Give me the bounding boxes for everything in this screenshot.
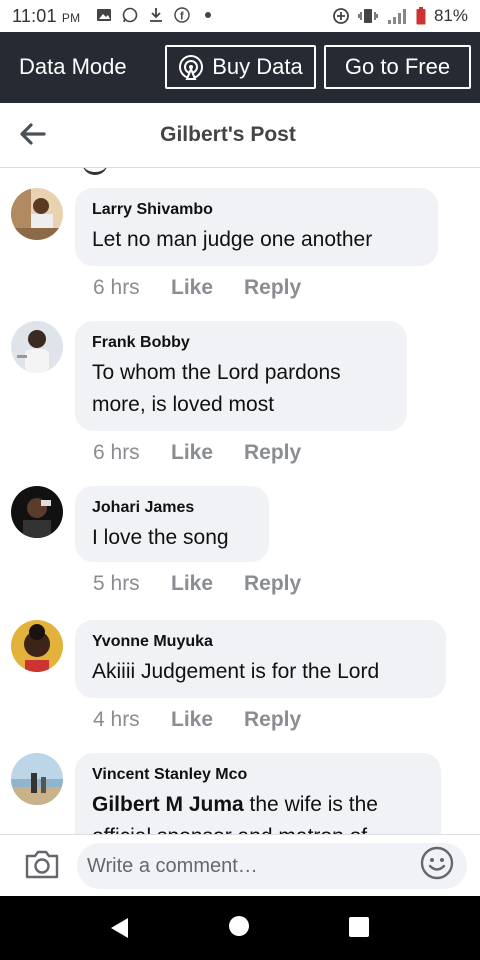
- avatar-frank-image: [11, 321, 63, 373]
- whatsapp-icon: [122, 7, 138, 23]
- avatar[interactable]: [11, 321, 63, 373]
- like-button[interactable]: Like: [171, 276, 244, 300]
- comment-time: 6 hrs: [93, 276, 140, 299]
- mention-link[interactable]: Gilbert M Juma: [92, 793, 244, 816]
- avatar[interactable]: [11, 486, 63, 538]
- comment-author[interactable]: Johari James: [92, 499, 252, 517]
- like-button[interactable]: Like: [171, 441, 244, 465]
- comment-actions: 6 hrs Like Reply: [93, 276, 301, 300]
- like-button[interactable]: Like: [171, 708, 244, 732]
- comment-bubble[interactable]: Johari James I love the song: [75, 486, 269, 562]
- dot-icon: [205, 12, 211, 18]
- avatar-yvonne-image: [11, 620, 63, 672]
- signal-icon: [387, 9, 406, 24]
- buy-data-label: Buy Data: [212, 54, 303, 79]
- avatar[interactable]: [11, 188, 63, 240]
- status-time: 11:01 PM: [12, 6, 80, 27]
- clock-ampm: PM: [61, 11, 81, 25]
- status-right: 81%: [332, 6, 468, 26]
- comment-text: I love the song: [92, 526, 229, 549]
- comment-author[interactable]: Vincent Stanley Mco: [92, 766, 424, 784]
- page-title: Gilbert's Post: [160, 123, 296, 146]
- comment-bubble[interactable]: Frank Bobby To whom the Lord pardons mor…: [75, 321, 407, 431]
- comment-text-line-2: official sponsor and matron of: [92, 821, 424, 834]
- system-nav-bar: [0, 896, 480, 960]
- comment-time: 4 hrs: [93, 708, 140, 731]
- camera-icon[interactable]: [24, 848, 60, 880]
- clock-text: 11:01: [12, 6, 57, 26]
- notification-icons: f: [96, 7, 216, 23]
- avatar-vincent-image: [11, 753, 63, 805]
- battery-icon: [416, 7, 426, 25]
- buy-data-button[interactable]: Buy Data: [165, 45, 316, 89]
- broadcast-icon: [179, 55, 204, 80]
- facebook-icon: f: [174, 7, 190, 23]
- data-mode-bar: Data Mode Buy Data Go to Free: [0, 32, 480, 103]
- vibrate-icon: [358, 9, 378, 23]
- comment-time: 6 hrs: [93, 441, 140, 464]
- go-to-free-label: Go to Free: [344, 54, 451, 79]
- battery-percent: 81%: [433, 6, 468, 25]
- avatar-johari-image: [11, 486, 63, 538]
- post-header: Gilbert's Post: [0, 103, 480, 168]
- comment-actions: 4 hrs Like Reply: [93, 708, 301, 732]
- reply-button[interactable]: Reply: [244, 572, 301, 596]
- comment-bubble[interactable]: Yvonne Muyuka Akiiii Judgement is for th…: [75, 620, 446, 698]
- avatar[interactable]: [11, 620, 63, 672]
- comment-time: 5 hrs: [93, 572, 140, 595]
- comment-author[interactable]: Larry Shivambo: [92, 201, 421, 219]
- comment-composer: [0, 834, 480, 897]
- comment-text: Akiiii Judgement is for the Lord: [92, 660, 380, 683]
- svg-text:f: f: [180, 11, 184, 23]
- comment-author[interactable]: Yvonne Muyuka: [92, 633, 429, 651]
- like-button[interactable]: Like: [171, 572, 244, 596]
- partial-avatar: [82, 168, 108, 175]
- data-saver-icon: [333, 8, 349, 24]
- comment-text-line-2: more, is loved most: [92, 393, 275, 416]
- go-to-free-button[interactable]: Go to Free: [324, 45, 471, 89]
- gallery-icon: [97, 9, 111, 21]
- comment-bubble[interactable]: Vincent Stanley Mco Gilbert M Juma the w…: [75, 753, 441, 834]
- avatar[interactable]: [11, 753, 63, 805]
- reply-button[interactable]: Reply: [244, 708, 301, 732]
- comment-input[interactable]: [77, 843, 467, 889]
- emoji-icon[interactable]: [420, 846, 454, 880]
- comment-actions: 6 hrs Like Reply: [93, 441, 301, 465]
- comment-bubble[interactable]: Larry Shivambo Let no man judge one anot…: [75, 188, 438, 266]
- comment-text: Let no man judge one another: [92, 228, 373, 251]
- comment-actions: 5 hrs Like Reply: [93, 572, 301, 596]
- nav-home-icon[interactable]: [229, 916, 249, 936]
- comments-list[interactable]: Larry Shivambo Let no man judge one anot…: [0, 168, 480, 834]
- reply-button[interactable]: Reply: [244, 276, 301, 300]
- reply-button[interactable]: Reply: [244, 441, 301, 465]
- data-mode-label: Data Mode: [19, 54, 127, 79]
- comment-author[interactable]: Frank Bobby: [92, 334, 390, 352]
- comment-text-line-1: Gilbert M Juma the wife is the: [92, 789, 424, 821]
- comment-text-after-mention: the wife is the: [243, 793, 378, 816]
- avatar-larry-image: [11, 188, 63, 240]
- comment-text-line-1: To whom the Lord pardons: [92, 361, 341, 384]
- download-icon: [150, 8, 162, 22]
- nav-recents-icon[interactable]: [349, 917, 369, 937]
- status-bar: 11:01 PM f 81%: [0, 0, 480, 32]
- nav-back-icon[interactable]: [108, 916, 130, 940]
